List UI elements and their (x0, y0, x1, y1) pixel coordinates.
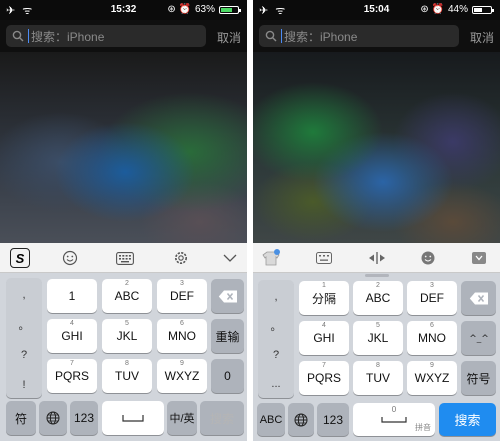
punct-question-key[interactable]: ? (9, 341, 39, 369)
backspace-button[interactable] (211, 279, 244, 313)
backspace-icon (469, 292, 488, 304)
globe-icon (46, 411, 60, 425)
chevron-down-icon[interactable] (218, 248, 242, 268)
cancel-button[interactable]: 取消 (470, 29, 494, 46)
search-input[interactable]: 搜索：iPhone (6, 25, 206, 47)
search-placeholder: 搜索：iPhone (284, 29, 358, 44)
key-0[interactable]: 0 (211, 359, 244, 393)
key-tuv[interactable]: 8 TUV (353, 361, 403, 395)
abc-switch-button[interactable]: ABC (257, 403, 285, 436)
emoticon-button[interactable]: ^_^ (461, 321, 496, 355)
status-bar: ✈ ᯤ 15:32 ⊛ ⏰ 63% (0, 0, 247, 20)
symbols-button[interactable]: 符 (6, 401, 36, 435)
right-screenshot: ✈ ᯤ 15:04 ⊛ ⏰ 44% 搜索：iPhone 取消 , 。 ? ...… (253, 0, 500, 441)
key-pqrs[interactable]: 7 PQRS (299, 361, 349, 395)
key-abc[interactable]: 2 ABC (102, 279, 152, 313)
keyboard-switch-icon[interactable] (113, 248, 137, 268)
blurred-background (0, 52, 247, 243)
settings-gear-icon[interactable] (169, 248, 193, 268)
keyboard-switch-icon[interactable] (312, 248, 336, 268)
search-icon (12, 30, 24, 42)
key-jkl[interactable]: 5 JKL (353, 321, 403, 355)
emoji-icon[interactable] (58, 248, 82, 268)
status-right: ⊛ ⏰ 63% (167, 4, 241, 15)
blurred-background (253, 52, 500, 243)
key-pqrs[interactable]: 7 PQRS (47, 359, 97, 393)
skin-icon[interactable] (259, 248, 283, 268)
key-1[interactable]: 1 (47, 279, 97, 313)
key-jkl[interactable]: 5 JKL (102, 319, 152, 353)
backspace-button[interactable] (461, 281, 496, 315)
key-ghi[interactable]: 4 GHI (47, 319, 97, 353)
punct-exclaim-key[interactable]: ! (9, 371, 39, 399)
numbers-button[interactable]: 123 (317, 403, 349, 436)
punct-comma-key[interactable]: , (261, 283, 291, 311)
cancel-button[interactable]: 取消 (217, 29, 241, 46)
emoji-icon[interactable] (416, 248, 440, 268)
status-right: ⊛ ⏰ 44% (420, 4, 494, 15)
symbols-button[interactable]: 符号 (461, 361, 496, 395)
key-mno[interactable]: 6 MNO (157, 319, 207, 353)
battery-percent: 63% (194, 4, 215, 15)
space-bar[interactable] (102, 401, 164, 435)
drag-handle[interactable] (365, 274, 389, 277)
key-mno[interactable]: 6 MNO (407, 321, 457, 355)
text-cursor (28, 29, 29, 43)
keyboard: S , 。 ? ! 1 2 ABC 3 DEF 4GHI 5 JKL 6 MNO… (0, 243, 247, 441)
space-icon (381, 417, 407, 423)
punct-comma-key[interactable]: , (9, 281, 39, 309)
search-placeholder: 搜索：iPhone (31, 29, 105, 44)
text-cursor (281, 29, 282, 43)
svg-text:^_^: ^_^ (470, 334, 488, 343)
status-bar: ✈ ᯤ 15:04 ⊛ ⏰ 44% (253, 0, 500, 20)
globe-button[interactable] (288, 403, 314, 436)
key-def[interactable]: 3 DEF (407, 281, 457, 315)
punct-period-key[interactable]: 。 (9, 311, 39, 339)
cursor-move-icon[interactable] (365, 248, 389, 268)
key-separator[interactable]: 1 分隔 (299, 281, 349, 315)
punct-question-key[interactable]: ? (261, 341, 291, 369)
search-key[interactable]: 搜索 (439, 403, 496, 436)
globe-button[interactable] (39, 401, 67, 435)
search-input[interactable]: 搜索：iPhone (259, 25, 459, 47)
key-tuv[interactable]: 8 TUV (102, 359, 152, 393)
keyboard-toolbar: S (0, 243, 247, 273)
sogou-logo-icon[interactable]: S (8, 248, 32, 268)
space-bar[interactable]: 0 拼音 (353, 403, 435, 436)
keyboard: , 。 ? ... 1 分隔 2 ABC 3 DEF 4 GHI 5 JKL 6 MNO ^… (253, 243, 500, 441)
punct-ellipsis-key[interactable]: ... (261, 370, 291, 398)
backspace-icon (218, 290, 237, 302)
keyboard-toolbar (253, 243, 500, 273)
key-def[interactable]: 3 DEF (157, 279, 207, 313)
left-screenshot: ✈ ᯤ 15:32 ⊛ ⏰ 63% 搜索：iPhone 取消 S , 。 ? !… (0, 0, 247, 441)
search-key[interactable]: 搜索 (200, 401, 244, 435)
punct-period-key[interactable]: 。 (261, 312, 291, 340)
search-header: 搜索：iPhone 取消 (0, 20, 247, 52)
collapse-keyboard-icon[interactable] (467, 248, 491, 268)
key-abc[interactable]: 2 ABC (353, 281, 403, 315)
lock-alarm-icons: ⊛ ⏰ (420, 4, 444, 15)
search-icon (265, 30, 277, 42)
space-icon (122, 415, 144, 422)
reenter-button[interactable]: 重输 (211, 319, 244, 353)
key-wxyz[interactable]: 9 WXYZ (157, 359, 207, 393)
key-ghi[interactable]: 4 GHI (299, 321, 349, 355)
battery-percent: 44% (447, 4, 468, 15)
chinese-english-toggle[interactable]: 中/英 (167, 401, 197, 435)
lock-alarm-icons: ⊛ ⏰ (167, 4, 191, 15)
emoticon-icon: ^_^ (470, 334, 488, 343)
numbers-button[interactable]: 123 (70, 401, 98, 435)
globe-icon (294, 413, 308, 426)
battery-icon (472, 5, 494, 14)
battery-icon (219, 5, 241, 14)
key-wxyz[interactable]: 9 WXYZ (407, 361, 457, 395)
search-header: 搜索：iPhone 取消 (253, 20, 500, 52)
